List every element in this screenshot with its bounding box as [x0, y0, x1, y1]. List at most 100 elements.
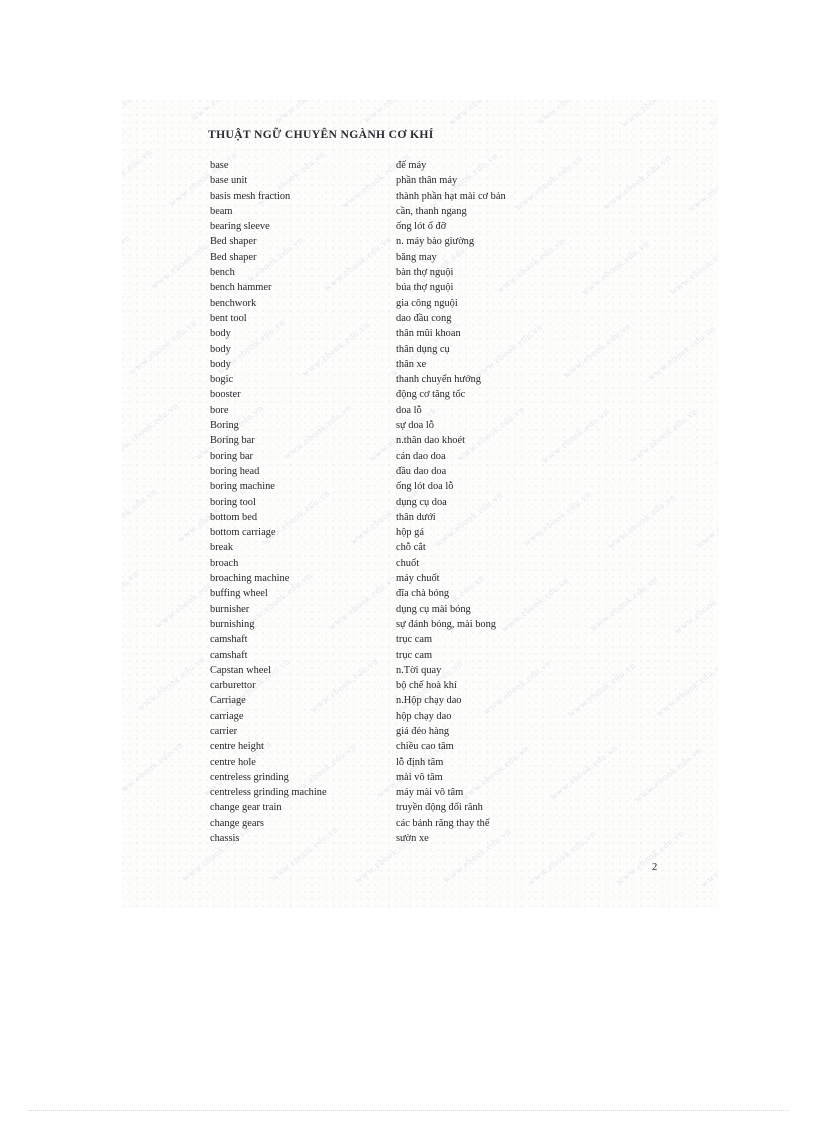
glossary-term-english: Carriage	[210, 695, 246, 707]
glossary-row: boring head đầu dao doa	[122, 464, 718, 479]
glossary-term-vietnamese: truyền động đổi rãnh	[396, 802, 483, 814]
glossary-term-english: boring machine	[210, 481, 275, 493]
glossary-row: beam cần, thanh ngang	[122, 204, 718, 219]
glossary-term-vietnamese: trục cam	[396, 649, 433, 661]
glossary-term-english: change gears	[210, 817, 264, 829]
glossary-term-vietnamese: ống lót ổ đỡ	[396, 221, 447, 233]
glossary-term-vietnamese: đế máy	[396, 160, 427, 171]
glossary-term-vietnamese: các bánh răng thay thế	[396, 817, 490, 829]
glossary-term-english: buffing wheel	[210, 588, 268, 600]
glossary-row: carburettor bộ chế hoà khí	[122, 678, 718, 693]
glossary-term-vietnamese: chuốt	[396, 557, 420, 569]
glossary-row: benchwork gia công nguội	[122, 296, 718, 311]
glossary-term-english: broaching machine	[210, 573, 290, 585]
glossary-term-english: boring bar	[210, 450, 253, 462]
glossary-term-vietnamese: động cơ tăng tốc	[396, 389, 466, 401]
glossary-term-english: bogic	[210, 374, 234, 386]
glossary-term-vietnamese: đầu dao doa	[396, 465, 447, 477]
glossary-term-english: base unit	[210, 175, 248, 187]
glossary-term-vietnamese: bộ chế hoà khí	[396, 680, 457, 692]
glossary-term-vietnamese: thành phần hạt mài cơ bản	[396, 190, 506, 202]
glossary-row: base unit phần thân máy	[122, 173, 718, 188]
glossary-term-english: Bed shaper	[210, 236, 257, 248]
glossary-term-english: bearing sleeve	[210, 221, 270, 233]
glossary-row: buffing wheel đĩa chà bóng	[122, 586, 718, 601]
glossary-row: Bed shaper băng may	[122, 250, 718, 265]
glossary-term-vietnamese: n. máy bào giường	[396, 236, 475, 248]
glossary-term-vietnamese: thân xe	[396, 358, 427, 370]
glossary-term-english: body	[210, 358, 231, 370]
glossary-term-english: centre height	[210, 741, 264, 753]
glossary-row: boring machine ống lót doa lỗ	[122, 479, 718, 494]
glossary-term-english: bench	[210, 267, 235, 279]
glossary-row: broach chuốt	[122, 556, 718, 571]
glossary-row: Boring sự doa lỗ	[122, 418, 718, 433]
glossary-term-english: change gear train	[210, 802, 282, 814]
glossary-term-english: Boring	[210, 420, 239, 432]
glossary-row: bottom bed thân dưới	[122, 510, 718, 525]
glossary-row: Carriage n.Hộp chạy dao	[122, 693, 718, 708]
glossary-row: bent tool dao đầu cong	[122, 311, 718, 326]
glossary-term-vietnamese: thân dưới	[396, 511, 436, 523]
glossary-term-english: Boring bar	[210, 435, 255, 447]
glossary-row: carriage hộp chạy dao	[122, 709, 718, 724]
glossary-row: basis mesh fraction thành phần hạt mài cơ…	[122, 189, 718, 204]
glossary-term-english: body	[210, 328, 231, 340]
glossary-term-vietnamese: máy chuốt	[396, 573, 440, 585]
glossary-term-vietnamese: cần, thanh ngang	[396, 205, 467, 217]
glossary-term-english: bore	[210, 404, 229, 416]
glossary-term-english: body	[210, 343, 231, 355]
glossary-term-english: break	[210, 542, 234, 554]
glossary-term-vietnamese: mài vô tâm	[396, 771, 443, 783]
glossary-term-english: booster	[210, 389, 241, 401]
glossary-term-vietnamese: n.Tời quay	[396, 664, 442, 676]
glossary-row: boring tool dụng cụ doa	[122, 495, 718, 510]
glossary-term-vietnamese: doa lỗ	[396, 404, 422, 416]
glossary-row: centre hole lỗ định tâm	[122, 755, 718, 770]
glossary-term-english: carrier	[210, 725, 238, 737]
glossary-term-vietnamese: trục cam	[396, 634, 433, 646]
glossary-term-vietnamese: dụng cụ doa	[396, 496, 447, 508]
scanned-page-sheet: www.ebook.edu.vn www.ebook.edu.vnwww.eboo…	[122, 100, 718, 908]
glossary-term-vietnamese: máy mài vô tâm	[396, 787, 464, 799]
glossary-term-english: boring tool	[210, 496, 256, 508]
glossary-term-english: bent tool	[210, 312, 247, 324]
glossary-row: camshaft trục cam	[122, 648, 718, 663]
glossary-row: change gears các bánh răng thay thế	[122, 816, 718, 831]
glossary-term-english: carriage	[210, 710, 244, 722]
glossary-term-vietnamese: hộp gá	[396, 527, 424, 539]
glossary-term-vietnamese: phần thân máy	[396, 175, 458, 187]
glossary-term-vietnamese: chỗ cắt	[396, 542, 426, 554]
glossary-term-english: beam	[210, 205, 233, 217]
glossary-row: carrier giá đẻo hàng	[122, 724, 718, 739]
glossary-row: broaching machine máy chuốt	[122, 571, 718, 586]
glossary-row: bearing sleeve ống lót ổ đỡ	[122, 219, 718, 234]
glossary-row: bottom carriage hộp gá	[122, 525, 718, 540]
glossary-row: boring bar cán dao doa	[122, 449, 718, 464]
glossary-term-english: burnisher	[210, 603, 250, 615]
glossary-term-vietnamese: thân mũi khoan	[396, 328, 461, 340]
glossary-term-vietnamese: lỗ định tâm	[396, 756, 444, 768]
glossary-term-vietnamese: n.thân dao khoét	[396, 435, 465, 447]
glossary-row: bench bàn thợ nguội	[122, 265, 718, 280]
glossary-term-vietnamese: cán dao doa	[396, 450, 446, 462]
glossary-term-english: carburettor	[210, 680, 256, 692]
glossary-term-vietnamese: hộp chạy dao	[396, 710, 452, 722]
page-number: 2	[652, 862, 658, 873]
glossary-term-english: bench hammer	[210, 282, 272, 294]
glossary-row: camshaft trục cam	[122, 632, 718, 647]
glossary-row: centre height chiều cao tâm	[122, 739, 718, 754]
glossary-term-vietnamese: chiều cao tâm	[396, 741, 454, 753]
glossary-row: body thân mũi khoan	[122, 326, 718, 341]
glossary-term-english: burnishing	[210, 618, 255, 630]
glossary-row: change gear train truyền động đổi rãnh	[122, 800, 718, 815]
glossary-term-english: camshaft	[210, 634, 248, 646]
glossary-row: bench hammer búa thợ nguội	[122, 280, 718, 295]
glossary-term-english: basis mesh fraction	[210, 190, 291, 202]
glossary-row: break chỗ cắt	[122, 540, 718, 555]
glossary-term-english: chassis	[210, 833, 240, 845]
glossary-term-english: centreless grinding	[210, 771, 289, 783]
glossary-term-english: bottom carriage	[210, 527, 276, 539]
glossary-term-english: centreless grinding machine	[210, 787, 327, 799]
glossary-term-vietnamese: băng may	[396, 251, 437, 263]
